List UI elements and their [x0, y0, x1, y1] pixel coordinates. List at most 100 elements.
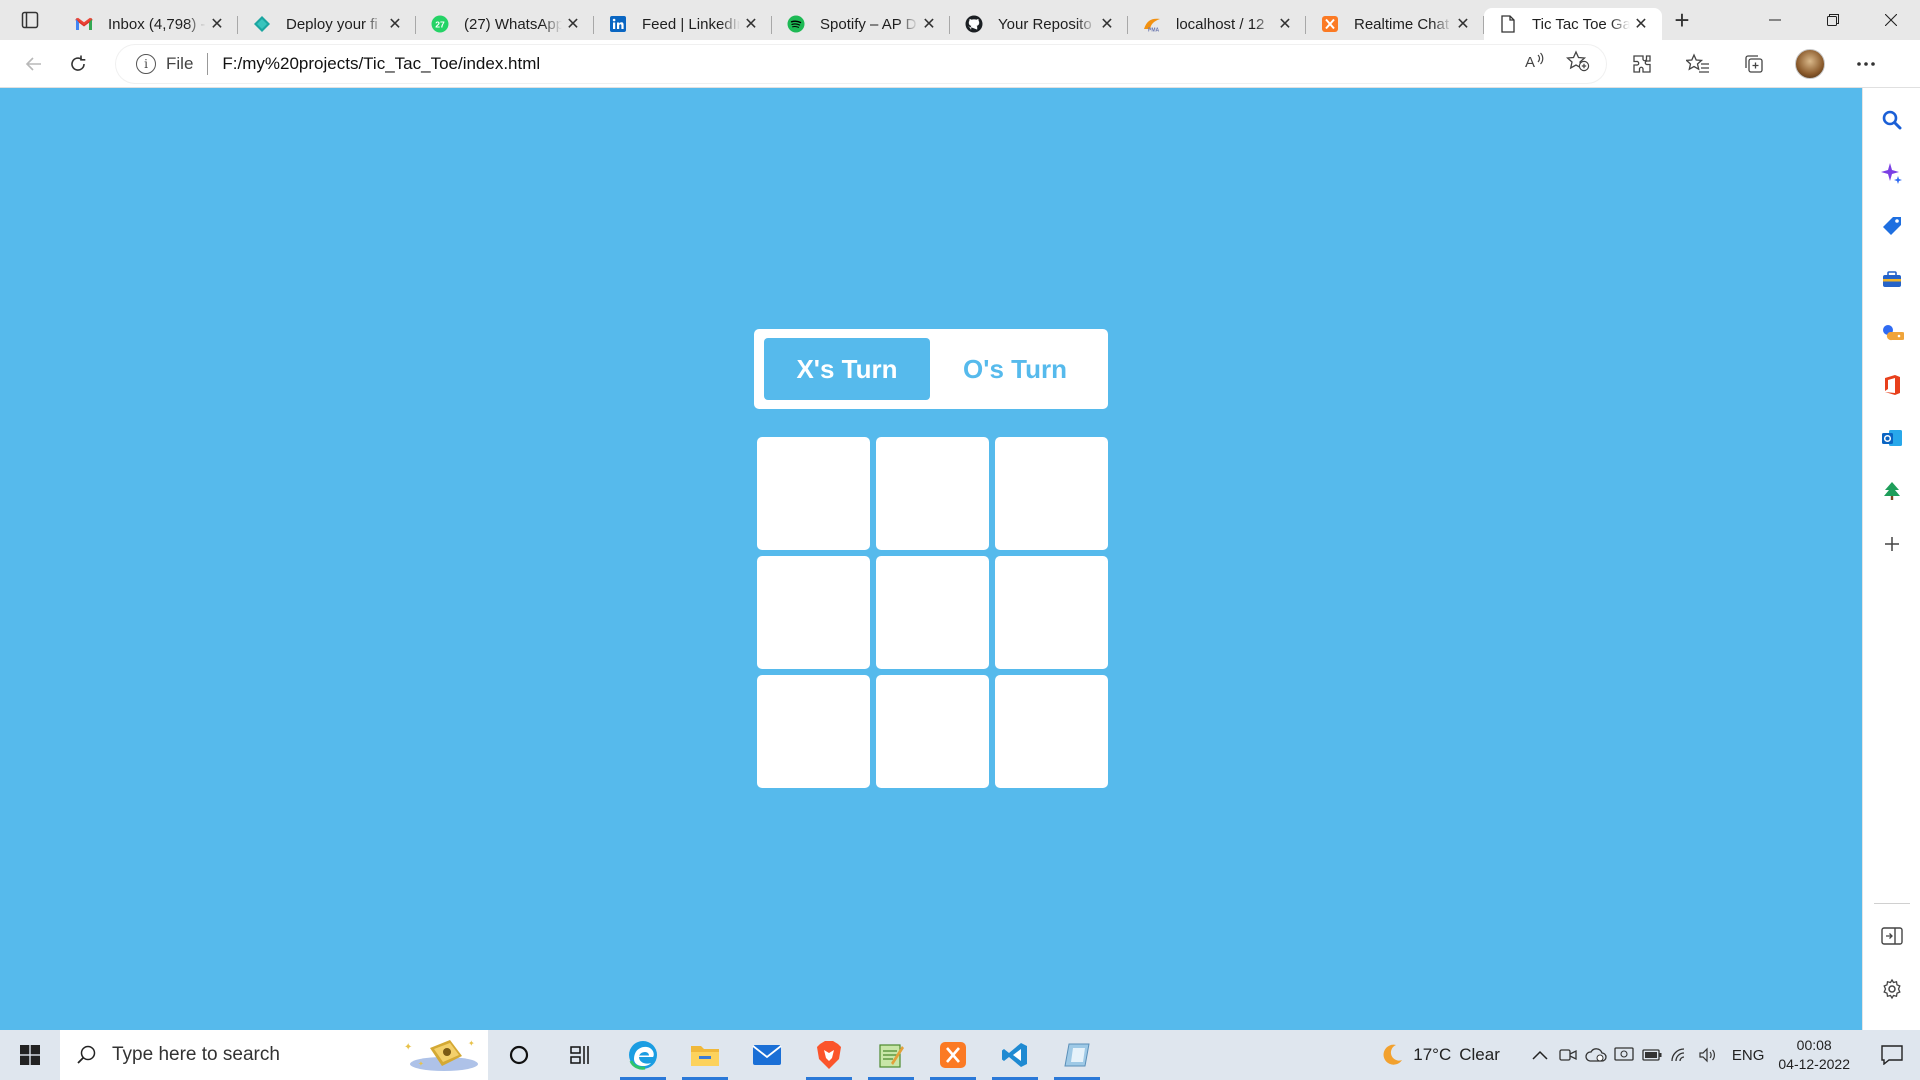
tab-title: Feed | LinkedIn [642, 15, 740, 33]
search-icon [1882, 110, 1901, 130]
tab-close-icon[interactable]: ✕ [918, 13, 940, 35]
taskbar-file-explorer[interactable] [674, 1030, 736, 1080]
taskbar-search-placeholder: Type here to search [112, 1044, 280, 1065]
sidebar-office-button[interactable] [1872, 365, 1912, 405]
board-cell[interactable] [757, 675, 870, 788]
favorites-button[interactable] [1670, 44, 1726, 84]
tab-close-icon[interactable]: ✕ [384, 13, 406, 35]
taskbar-brave[interactable] [798, 1030, 860, 1080]
tray-volume[interactable] [1694, 1047, 1722, 1063]
extensions-button[interactable] [1614, 44, 1670, 84]
browser-tab[interactable]: Deploy your fi ✕ [238, 8, 416, 40]
browser-tab-active[interactable]: Tic Tac Toe Ga ✕ [1484, 8, 1662, 40]
edge-sidebar [1862, 88, 1920, 1030]
sidebar-tree-button[interactable] [1872, 471, 1912, 511]
windows-taskbar: Type here to search ✦ ✦ ✦ 17°C Clear ENG… [0, 1030, 1920, 1080]
url-text[interactable]: F:/my%20projects/Tic_Tac_Toe/index.html [222, 54, 1524, 74]
sidebar-tools-button[interactable] [1872, 259, 1912, 299]
sidebar-games-button[interactable] [1872, 312, 1912, 352]
browser-tab[interactable]: Spotify – AP D ✕ [772, 8, 950, 40]
back-arrow-icon [25, 56, 41, 71]
svg-text:✦: ✦ [468, 1039, 475, 1048]
tab-close-icon[interactable]: ✕ [1630, 13, 1652, 35]
settings-menu-button[interactable] [1838, 44, 1894, 84]
browser-toolbar: i File F:/my%20projects/Tic_Tac_Toe/inde… [0, 40, 1920, 88]
tray-battery[interactable] [1638, 1049, 1666, 1061]
sidebar-split-button[interactable] [1872, 916, 1912, 956]
tab-actions-button[interactable] [0, 0, 60, 40]
file-explorer-icon [691, 1046, 719, 1066]
notepad-icon [879, 1044, 904, 1068]
svg-text:✦: ✦ [418, 1060, 424, 1068]
taskbar-vscode[interactable] [984, 1030, 1046, 1080]
close-window-button[interactable] [1862, 0, 1920, 40]
browser-tab[interactable]: Realtime Chat ✕ [1306, 8, 1484, 40]
tray-display[interactable] [1610, 1047, 1638, 1063]
xampp-icon [1320, 14, 1340, 34]
add-favorite-icon[interactable] [1565, 50, 1590, 77]
sidebar-search-button[interactable] [1872, 100, 1912, 140]
edge-icon [629, 1041, 657, 1070]
close-icon [1885, 14, 1897, 26]
sidebar-discover-button[interactable] [1872, 153, 1912, 193]
o-turn-label: O's Turn [963, 353, 1067, 384]
info-icon[interactable]: i [136, 53, 156, 74]
minimize-button[interactable] [1746, 0, 1804, 40]
address-bar[interactable]: i File F:/my%20projects/Tic_Tac_Toe/inde… [116, 44, 1606, 83]
tab-close-icon[interactable]: ✕ [1274, 13, 1296, 35]
board-cell[interactable] [995, 556, 1108, 669]
new-tab-button[interactable]: + [1662, 0, 1702, 40]
collections-button[interactable] [1726, 44, 1782, 84]
clock-time: 00:08 [1796, 1037, 1832, 1053]
sidebar-add-button[interactable] [1872, 524, 1912, 564]
tab-close-icon[interactable]: ✕ [740, 13, 762, 35]
board-cell[interactable] [757, 437, 870, 550]
tray-meet-now[interactable] [1554, 1047, 1582, 1063]
moon-icon [1383, 1044, 1403, 1065]
browser-tab[interactable]: Your Reposito ✕ [950, 8, 1128, 40]
task-view-button[interactable] [550, 1030, 612, 1080]
taskbar-clock[interactable]: 00:08 04-12-2022 [1778, 1036, 1850, 1074]
browser-tab[interactable]: 27 (27) WhatsApp ✕ [416, 8, 594, 40]
sidebar-outlook-button[interactable] [1872, 418, 1912, 458]
restore-icon [1827, 14, 1839, 26]
browser-tab[interactable]: PMA localhost / 12 ✕ [1128, 8, 1306, 40]
notification-center-button[interactable] [1870, 1045, 1914, 1065]
cortana-button[interactable] [488, 1030, 550, 1080]
taskbar-notepad[interactable] [860, 1030, 922, 1080]
tray-network[interactable] [1666, 1047, 1694, 1063]
tab-close-icon[interactable]: ✕ [1096, 13, 1118, 35]
language-indicator[interactable]: ENG [1732, 1047, 1765, 1064]
board-cell[interactable] [757, 556, 870, 669]
sidebar-shopping-button[interactable] [1872, 206, 1912, 246]
github-icon [964, 14, 984, 34]
taskbar-search-box[interactable]: Type here to search ✦ ✦ ✦ [60, 1030, 488, 1080]
refresh-button[interactable] [56, 44, 100, 84]
back-button[interactable] [12, 44, 56, 84]
tab-close-icon[interactable]: ✕ [206, 13, 228, 35]
taskbar-unknown-app[interactable] [1046, 1030, 1108, 1080]
start-button[interactable] [0, 1030, 60, 1080]
browser-tab[interactable]: Feed | LinkedIn ✕ [594, 8, 772, 40]
browser-tab[interactable]: Inbox (4,798) - ✕ [60, 8, 238, 40]
xampp-icon [940, 1042, 966, 1068]
show-hidden-icons-button[interactable] [1526, 1050, 1554, 1060]
unknown-app-icon [1064, 1043, 1090, 1067]
display-icon [1614, 1047, 1634, 1061]
tab-close-icon[interactable]: ✕ [1452, 13, 1474, 35]
taskbar-mail[interactable] [736, 1030, 798, 1080]
tray-onedrive[interactable] [1582, 1047, 1610, 1063]
tab-close-icon[interactable]: ✕ [562, 13, 584, 35]
read-aloud-icon[interactable]: A [1524, 51, 1546, 76]
restore-button[interactable] [1804, 0, 1862, 40]
taskbar-edge[interactable] [612, 1030, 674, 1080]
profile-button[interactable] [1782, 44, 1838, 84]
board-cell[interactable] [995, 437, 1108, 550]
board-cell[interactable] [995, 675, 1108, 788]
board-cell[interactable] [876, 437, 989, 550]
sidebar-settings-button[interactable] [1872, 969, 1912, 1009]
board-cell[interactable] [876, 556, 989, 669]
weather-widget[interactable]: 17°C Clear [1379, 1042, 1500, 1068]
board-cell[interactable] [876, 675, 989, 788]
taskbar-xampp[interactable] [922, 1030, 984, 1080]
